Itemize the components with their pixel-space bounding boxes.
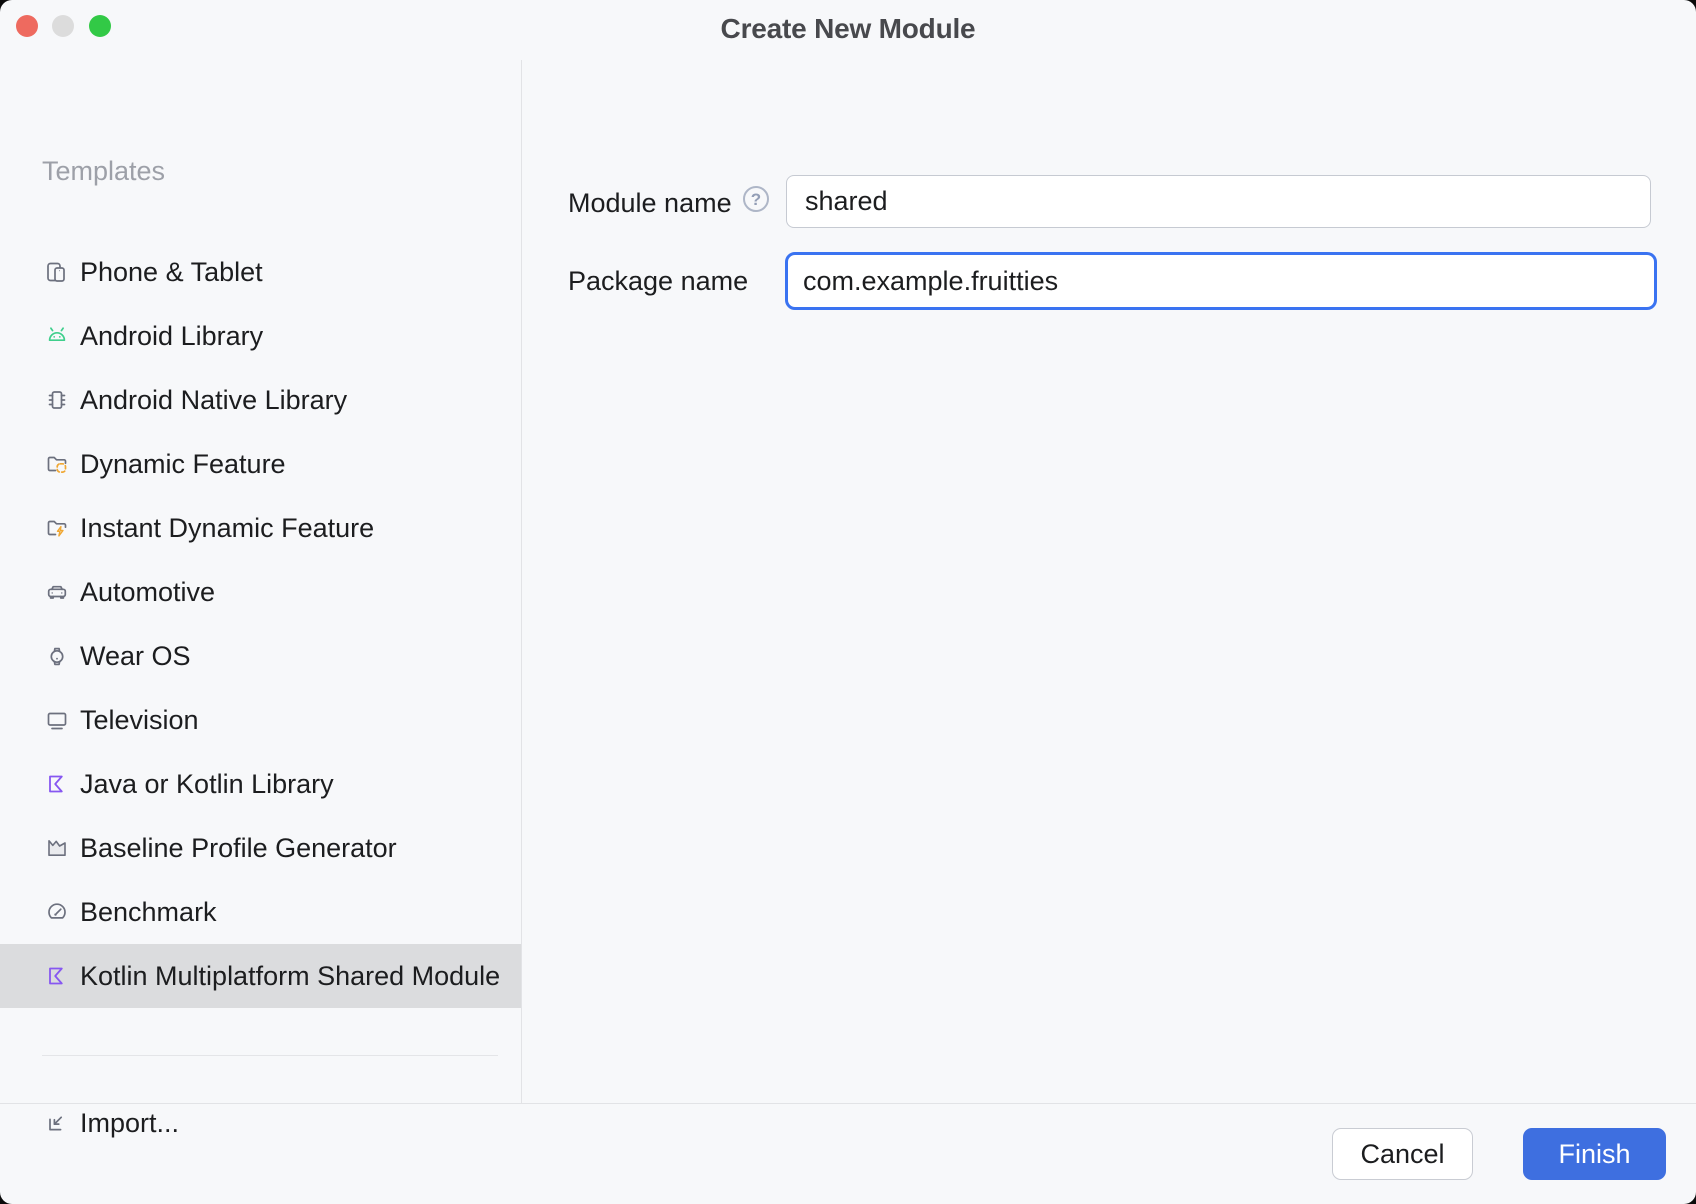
templates-header: Templates <box>42 156 165 187</box>
module-form: Module name ? Package name <box>523 60 1696 1103</box>
folder-instant-dynamic-feature-icon <box>45 516 69 540</box>
template-item-label: Baseline Profile Generator <box>80 833 397 864</box>
template-item-instant-dynamic-feature[interactable]: Instant Dynamic Feature <box>0 496 521 560</box>
template-item-java-kotlin-library[interactable]: Java or Kotlin Library <box>0 752 521 816</box>
create-new-module-dialog: Create New Module Templates Phone & Tabl… <box>0 0 1696 1204</box>
template-item-phone-tablet[interactable]: Phone & Tablet <box>0 240 521 304</box>
template-item-baseline-profile-generator[interactable]: Baseline Profile Generator <box>0 816 521 880</box>
template-item-label: Android Native Library <box>80 385 347 416</box>
folder-dynamic-feature-icon <box>45 452 69 476</box>
gauge-icon <box>45 900 69 924</box>
titlebar: Create New Module <box>0 0 1696 60</box>
kotlin-icon <box>45 772 69 796</box>
template-list: Phone & Tablet Android Library <box>0 240 521 1008</box>
chip-icon <box>45 388 69 412</box>
template-item-label: Dynamic Feature <box>80 449 286 480</box>
finish-button[interactable]: Finish <box>1523 1128 1666 1180</box>
module-name-label: Module name <box>568 188 732 219</box>
tv-icon <box>45 708 69 732</box>
template-item-android-native-library[interactable]: Android Native Library <box>0 368 521 432</box>
sidebar-separator <box>42 1055 498 1056</box>
template-item-dynamic-feature[interactable]: Dynamic Feature <box>0 432 521 496</box>
watch-icon <box>45 644 69 668</box>
package-name-label: Package name <box>568 266 748 297</box>
template-item-label: Benchmark <box>80 897 217 928</box>
template-item-android-library[interactable]: Android Library <box>0 304 521 368</box>
car-icon <box>45 580 69 604</box>
module-name-input[interactable] <box>786 175 1651 228</box>
package-name-input[interactable] <box>785 252 1657 310</box>
phone-tablet-icon <box>45 260 69 284</box>
dialog-title: Create New Module <box>0 0 1696 60</box>
template-item-label: Wear OS <box>80 641 191 672</box>
template-item-label: Television <box>80 705 199 736</box>
template-item-wear-os[interactable]: Wear OS <box>0 624 521 688</box>
templates-sidebar: Templates Phone & Tablet <box>0 60 522 1103</box>
template-item-label: Java or Kotlin Library <box>80 769 334 800</box>
template-item-label: Android Library <box>80 321 263 352</box>
kotlin-icon <box>45 964 69 988</box>
template-item-label: Instant Dynamic Feature <box>80 513 374 544</box>
cancel-button[interactable]: Cancel <box>1332 1128 1473 1180</box>
template-item-label: Automotive <box>80 577 215 608</box>
template-item-kotlin-multiplatform-shared-module[interactable]: Kotlin Multiplatform Shared Module <box>0 944 521 1008</box>
help-icon[interactable]: ? <box>743 186 769 212</box>
template-item-television[interactable]: Television <box>0 688 521 752</box>
chart-icon <box>45 836 69 860</box>
footer-bar: Cancel Finish <box>0 1103 1696 1204</box>
template-item-label: Kotlin Multiplatform Shared Module <box>80 961 500 992</box>
template-item-automotive[interactable]: Automotive <box>0 560 521 624</box>
android-icon <box>45 324 69 348</box>
template-item-label: Phone & Tablet <box>80 257 263 288</box>
template-item-benchmark[interactable]: Benchmark <box>0 880 521 944</box>
